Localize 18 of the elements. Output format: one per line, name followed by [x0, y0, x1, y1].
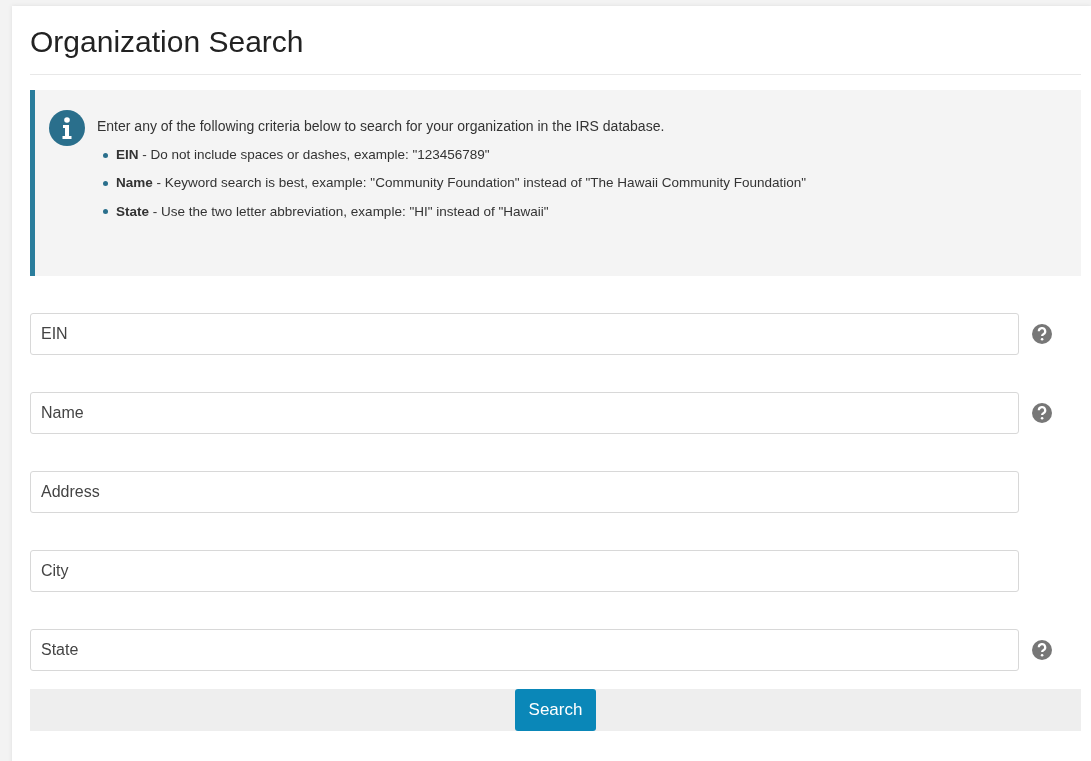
help-icon[interactable] [1031, 639, 1053, 661]
bullet-icon [103, 209, 108, 215]
info-text: Enter any of the following criteria below to search for your organization in the IRS database. [97, 117, 666, 136]
input-field[interactable]: Address [30, 471, 1019, 513]
page-title: Organization Search [30, 24, 1081, 75]
input-field[interactable]: City [30, 550, 1019, 592]
bullet-icon [103, 180, 108, 186]
input-field[interactable]: Name [30, 392, 1019, 434]
help-icon[interactable] [1031, 323, 1053, 345]
help-icon[interactable] [1031, 402, 1053, 424]
bullet-text: State - Use the two letter abbreviation, example: "HI" instead of "Hawaii" [116, 202, 549, 221]
input-field[interactable]: EIN [30, 313, 1019, 355]
bullet-icon [103, 152, 108, 158]
bullet-text: EIN - Do not include spaces or dashes, example: "123456789" [116, 146, 490, 164]
input-field[interactable]: State [30, 629, 1019, 671]
info-icon [49, 110, 85, 146]
search-button[interactable]: Search [514, 689, 597, 731]
bullet-text: Name - Keyword search is best, example: "Community Foundation" instead of "The Hawaii Community Foundation" [116, 174, 806, 193]
